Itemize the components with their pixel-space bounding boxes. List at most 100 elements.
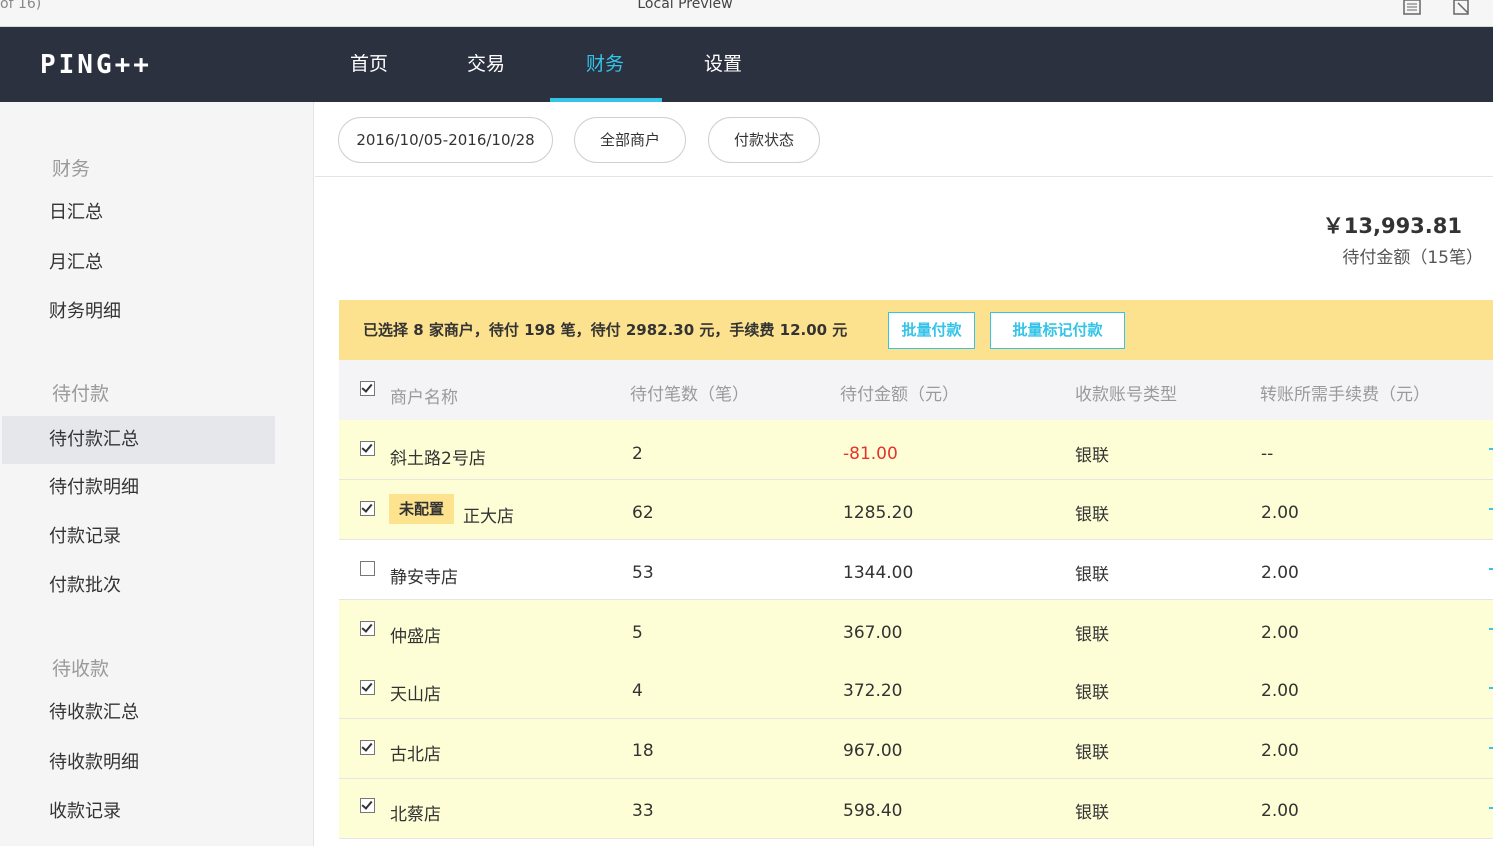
row-scroll-marker	[1489, 568, 1493, 570]
check-icon	[361, 501, 373, 513]
pending-count: 18	[632, 741, 654, 761]
table-header: 商户名称 待付笔数（笔） 待付金额（元） 收款账号类型 转账所需手续费（元）	[339, 360, 1493, 420]
nav-settings[interactable]: 设置	[704, 27, 742, 102]
pending-amount: 372.20	[843, 681, 903, 701]
pending-count: 53	[632, 563, 654, 583]
table-row[interactable]: 斜土路2号店 2 -81.00 银联 --	[339, 420, 1493, 480]
transfer-fee: 2.00	[1261, 741, 1299, 761]
sidebar-item-receivable-detail[interactable]: 待收款明细	[2, 739, 275, 787]
account-type: 银联	[1075, 505, 1109, 525]
table-row[interactable]: 天山店 4 372.20 银联 2.00	[339, 659, 1493, 719]
pending-amount: 1344.00	[843, 563, 914, 583]
batch-mark-paid-button[interactable]: 批量标记付款	[990, 312, 1125, 349]
nav-finance[interactable]: 财务	[586, 27, 624, 102]
top-navbar: PING++ 首页 交易 财务 设置	[0, 27, 1493, 102]
selection-bar: 已选择 8 家商户，待付 198 笔，待付 2982.30 元，手续费 12.0…	[339, 300, 1493, 360]
pending-amount-label: 待付金额（15笔）	[1342, 248, 1483, 268]
account-type: 银联	[1075, 683, 1109, 703]
select-all-checkbox[interactable]	[360, 381, 375, 396]
merchant-name: 斜土路2号店	[390, 449, 486, 469]
sidebar-item-payment-batches[interactable]: 付款批次	[2, 562, 275, 610]
nav-home[interactable]: 首页	[350, 27, 388, 102]
window-titlebar: of 16) Local Preview	[0, 0, 1493, 27]
batch-pay-button[interactable]: 批量付款	[888, 312, 975, 349]
account-type: 银联	[1075, 803, 1109, 823]
account-type: 银联	[1075, 625, 1109, 645]
row-checkbox[interactable]	[360, 501, 375, 516]
row-checkbox[interactable]	[360, 621, 375, 636]
pending-amount: -81.00	[843, 444, 898, 464]
pending-count: 2	[632, 444, 643, 464]
merchant-name: 北蔡店	[390, 805, 441, 825]
transfer-fee: 2.00	[1261, 623, 1299, 643]
sidebar-item-receivable-summary[interactable]: 待收款汇总	[2, 689, 275, 737]
sidebar-item-monthly-summary[interactable]: 月汇总	[2, 239, 275, 287]
row-scroll-marker	[1489, 508, 1493, 510]
pending-amount-total: ￥13,993.81	[1322, 214, 1462, 238]
sidebar: 财务 日汇总 月汇总 财务明细 待付款 待付款汇总 待付款明细 付款记录 付款批…	[0, 102, 314, 846]
row-checkbox[interactable]	[360, 561, 375, 576]
sidebar-item-finance-detail[interactable]: 财务明细	[2, 288, 275, 336]
transfer-fee: 2.00	[1261, 681, 1299, 701]
table-row[interactable]: 未配置 正大店 62 1285.20 银联 2.00	[339, 480, 1493, 540]
sidebar-heading-payable: 待付款	[52, 383, 110, 405]
pending-amount: 367.00	[843, 623, 903, 643]
sidebar-item-receipt-records[interactable]: 收款记录	[2, 788, 275, 836]
merchant-filter[interactable]: 全部商户	[574, 117, 686, 163]
account-type: 银联	[1075, 446, 1109, 466]
row-scroll-marker	[1489, 628, 1493, 630]
pending-amount: 598.40	[843, 801, 903, 821]
pending-count: 4	[632, 681, 643, 701]
merchant-name: 天山店	[390, 685, 441, 705]
pending-amount: 1285.20	[843, 503, 914, 523]
logo[interactable]: PING++	[40, 50, 152, 80]
account-type: 银联	[1075, 743, 1109, 763]
transfer-fee: 2.00	[1261, 503, 1299, 523]
pending-amount: 967.00	[843, 741, 903, 761]
window-title: Local Preview	[637, 0, 733, 12]
table-row[interactable]: 古北店 18 967.00 银联 2.00	[339, 719, 1493, 779]
row-checkbox[interactable]	[360, 441, 375, 456]
row-scroll-marker	[1489, 747, 1493, 749]
transfer-fee: 2.00	[1261, 563, 1299, 583]
row-scroll-marker	[1489, 687, 1493, 689]
row-checkbox[interactable]	[360, 740, 375, 755]
row-scroll-marker	[1489, 448, 1493, 450]
merchant-name: 仲盛店	[390, 627, 441, 647]
row-scroll-marker	[1489, 807, 1493, 809]
sidebar-item-payable-summary[interactable]: 待付款汇总	[2, 416, 275, 464]
col-merchant-name: 商户名称	[390, 388, 458, 408]
table-row[interactable]: 静安寺店 53 1344.00 银联 2.00	[339, 540, 1493, 600]
merchant-name: 正大店	[463, 507, 514, 527]
sidebar-heading-finance: 财务	[52, 158, 91, 180]
check-icon	[361, 381, 373, 393]
pending-count: 33	[632, 801, 654, 821]
table-row[interactable]: 仲盛店 5 367.00 银联 2.00	[339, 600, 1493, 660]
sidebar-heading-receivable: 待收款	[52, 658, 110, 680]
merchant-name: 古北店	[390, 745, 441, 765]
sidebar-item-payment-records[interactable]: 付款记录	[2, 513, 275, 561]
unconfigured-badge: 未配置	[389, 494, 455, 524]
sidebar-item-daily-summary[interactable]: 日汇总	[2, 189, 275, 237]
account-type: 银联	[1075, 565, 1109, 585]
transfer-fee: --	[1261, 444, 1274, 464]
row-checkbox[interactable]	[360, 798, 375, 813]
document-icon[interactable]	[1402, 0, 1422, 16]
filter-bar: 2016/10/05-2016/10/28 全部商户 付款状态	[315, 102, 1493, 177]
col-pending-amount: 待付金额（元）	[840, 385, 959, 405]
pending-count: 5	[632, 623, 643, 643]
col-pending-count: 待付笔数（笔）	[630, 385, 749, 405]
nav-trade[interactable]: 交易	[467, 27, 505, 102]
sidebar-item-payable-detail[interactable]: 待付款明细	[2, 464, 275, 512]
table-row[interactable]: 北蔡店 33 598.40 银联 2.00	[339, 779, 1493, 839]
col-transfer-fee: 转账所需手续费（元）	[1260, 385, 1430, 405]
selection-summary: 已选择 8 家商户，待付 198 笔，待付 2982.30 元，手续费 12.0…	[363, 321, 848, 339]
payment-status-filter[interactable]: 付款状态	[708, 117, 820, 163]
pending-count: 62	[632, 503, 654, 523]
check-icon	[361, 441, 373, 453]
close-doc-icon[interactable]	[1452, 0, 1472, 16]
col-account-type: 收款账号类型	[1075, 385, 1177, 405]
merchant-name: 静安寺店	[390, 568, 458, 588]
date-range-filter[interactable]: 2016/10/05-2016/10/28	[338, 117, 553, 163]
row-checkbox[interactable]	[360, 680, 375, 695]
